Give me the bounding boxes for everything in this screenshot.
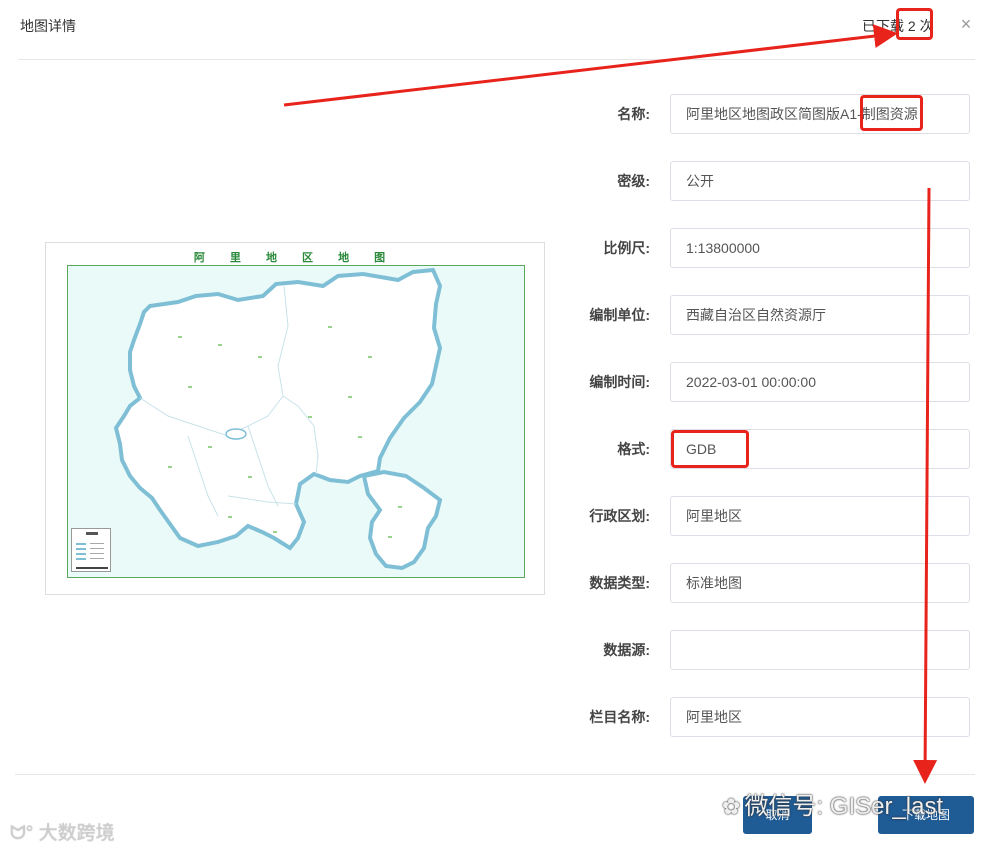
label-scale: 比例尺:	[603, 240, 650, 256]
brand-logo-icon: ᗢ°	[10, 823, 39, 844]
arrow-to-download-button	[913, 187, 938, 784]
field-classification[interactable]: 公开	[670, 161, 970, 201]
field-name[interactable]: 阿里地区地图政区简图版A1-制图资源	[670, 94, 970, 134]
label-publisher: 编制单位:	[589, 307, 650, 323]
brand-watermark-text: 大数跨境	[38, 823, 115, 844]
map-legend	[71, 528, 111, 572]
field-compile-time[interactable]: 2022-03-01 00:00:00	[670, 362, 970, 402]
label-format: 格式:	[617, 441, 650, 457]
wechat-watermark-text: 微信号: GISer_last	[744, 793, 944, 820]
label-compile-time: 编制时间:	[589, 374, 650, 390]
field-scale[interactable]: 1:13800000	[670, 228, 970, 268]
field-format[interactable]: GDB	[670, 429, 970, 469]
field-data-type[interactable]: 标准地图	[670, 563, 970, 603]
map-preview-image: 阿 里 地 区 地 图	[45, 242, 545, 595]
map-region-shape	[113, 267, 443, 571]
field-admin-division[interactable]: 阿里地区	[670, 496, 970, 536]
label-name: 名称:	[617, 106, 650, 122]
header-divider	[18, 59, 975, 60]
wechat-watermark: ✿ 微信号: GISer_last	[722, 786, 943, 821]
label-column-name: 栏目名称:	[589, 709, 650, 725]
map-title: 阿 里 地 区 地 图	[193, 252, 397, 264]
label-data-type: 数据类型:	[589, 575, 650, 591]
download-count: 已下载 2 次	[862, 18, 934, 34]
label-admin-division: 行政区划:	[589, 508, 650, 524]
footer-divider	[15, 774, 975, 775]
dialog-title: 地图详情	[20, 18, 76, 34]
label-data-source: 数据源:	[603, 642, 650, 658]
label-classification: 密级:	[617, 173, 650, 189]
field-publisher[interactable]: 西藏自治区自然资源厅	[670, 295, 970, 335]
map-canvas	[67, 265, 525, 578]
dialog-header: 地图详情 已下载 2 次 ×	[0, 0, 990, 60]
field-data-source[interactable]	[670, 630, 970, 670]
field-column-name[interactable]: 阿里地区	[670, 697, 970, 737]
close-icon[interactable]: ×	[957, 15, 975, 33]
wechat-icon: ✿	[722, 794, 741, 819]
brand-watermark: ᗢ° 大数跨境	[10, 818, 115, 845]
